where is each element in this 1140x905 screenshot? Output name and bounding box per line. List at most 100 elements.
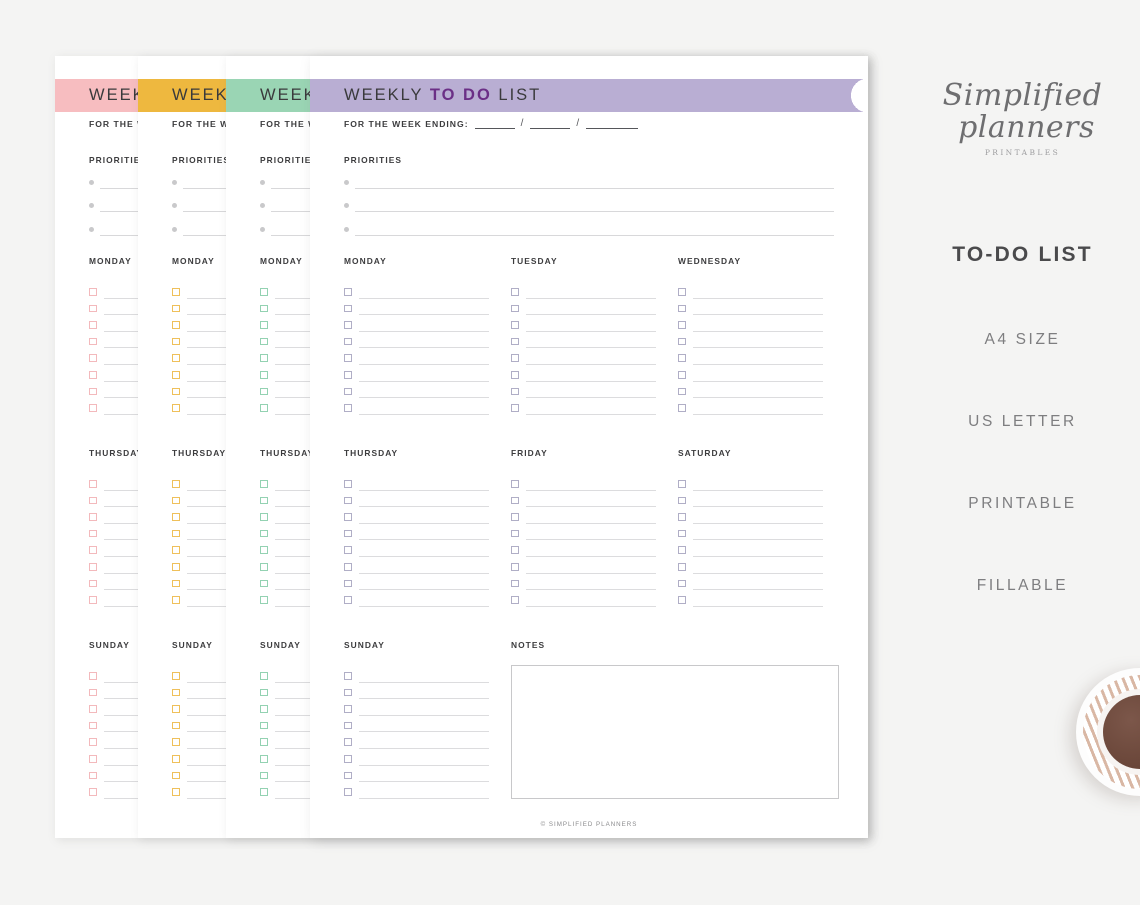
task-checkbox[interactable] <box>260 705 268 713</box>
task-checkbox[interactable] <box>260 688 268 697</box>
task-line[interactable] <box>525 347 656 349</box>
task-checkbox[interactable] <box>344 513 352 521</box>
task-checkbox[interactable] <box>511 563 519 571</box>
task-checkbox[interactable] <box>172 404 180 412</box>
task-checkbox[interactable] <box>344 721 352 730</box>
task-row[interactable] <box>678 557 845 574</box>
task-row[interactable] <box>344 365 511 382</box>
task-line[interactable] <box>525 330 656 332</box>
task-checkbox[interactable] <box>344 771 352 780</box>
priority-line[interactable] <box>355 211 834 212</box>
task-checkbox[interactable] <box>89 596 97 604</box>
task-checkbox[interactable] <box>172 321 180 329</box>
task-line[interactable] <box>692 297 823 299</box>
task-checkbox[interactable] <box>89 321 97 329</box>
task-line[interactable] <box>358 714 489 716</box>
task-line[interactable] <box>358 297 489 299</box>
task-checkbox[interactable] <box>260 771 268 780</box>
task-checkbox[interactable] <box>172 513 180 521</box>
task-line[interactable] <box>525 380 656 382</box>
task-line[interactable] <box>358 380 489 382</box>
task-line[interactable] <box>692 555 823 557</box>
task-checkbox[interactable] <box>260 337 268 346</box>
task-checkbox[interactable] <box>678 513 686 521</box>
task-checkbox[interactable] <box>172 387 180 396</box>
task-row[interactable] <box>511 282 678 299</box>
task-checkbox[interactable] <box>344 354 352 362</box>
task-line[interactable] <box>358 489 489 491</box>
task-checkbox[interactable] <box>678 563 686 571</box>
task-checkbox[interactable] <box>89 788 97 796</box>
task-line[interactable] <box>358 681 489 683</box>
task-checkbox[interactable] <box>344 371 352 379</box>
task-checkbox[interactable] <box>260 738 268 746</box>
task-line[interactable] <box>358 522 489 524</box>
task-checkbox[interactable] <box>260 579 268 588</box>
task-line[interactable] <box>358 747 489 749</box>
task-checkbox[interactable] <box>89 563 97 571</box>
task-row[interactable] <box>678 382 845 399</box>
task-line[interactable] <box>358 731 489 733</box>
task-row[interactable] <box>678 315 845 332</box>
task-checkbox[interactable] <box>511 304 519 313</box>
task-line[interactable] <box>692 314 823 316</box>
task-line[interactable] <box>358 314 489 316</box>
task-checkbox[interactable] <box>344 387 352 396</box>
task-line[interactable] <box>358 506 489 508</box>
task-row[interactable] <box>344 299 511 316</box>
task-row[interactable] <box>344 782 511 799</box>
task-row[interactable] <box>678 524 845 541</box>
task-checkbox[interactable] <box>260 788 268 796</box>
task-checkbox[interactable] <box>344 304 352 313</box>
task-checkbox[interactable] <box>344 579 352 588</box>
task-checkbox[interactable] <box>172 304 180 313</box>
task-checkbox[interactable] <box>89 546 97 554</box>
task-checkbox[interactable] <box>89 579 97 588</box>
task-line[interactable] <box>692 572 823 574</box>
task-checkbox[interactable] <box>172 288 180 296</box>
task-line[interactable] <box>358 589 489 591</box>
task-checkbox[interactable] <box>172 596 180 604</box>
task-checkbox[interactable] <box>172 529 180 538</box>
priority-line[interactable] <box>355 187 834 189</box>
task-checkbox[interactable] <box>511 354 519 362</box>
task-line[interactable] <box>525 555 656 557</box>
task-checkbox[interactable] <box>260 496 268 505</box>
task-checkbox[interactable] <box>260 387 268 396</box>
task-checkbox[interactable] <box>344 596 352 604</box>
priority-row[interactable] <box>344 189 834 212</box>
task-checkbox[interactable] <box>260 596 268 604</box>
task-row[interactable] <box>678 590 845 607</box>
priority-row[interactable] <box>344 165 834 189</box>
task-line[interactable] <box>692 522 823 524</box>
task-checkbox[interactable] <box>172 546 180 554</box>
task-row[interactable] <box>511 332 678 349</box>
task-checkbox[interactable] <box>678 529 686 538</box>
task-checkbox[interactable] <box>260 563 268 571</box>
task-row[interactable] <box>678 474 845 491</box>
task-line[interactable] <box>525 297 656 299</box>
task-checkbox[interactable] <box>344 755 352 763</box>
task-checkbox[interactable] <box>172 771 180 780</box>
task-checkbox[interactable] <box>89 387 97 396</box>
task-line[interactable] <box>358 797 489 799</box>
task-checkbox[interactable] <box>260 672 268 680</box>
task-checkbox[interactable] <box>89 705 97 713</box>
task-checkbox[interactable] <box>678 596 686 604</box>
task-line[interactable] <box>358 572 489 574</box>
task-checkbox[interactable] <box>260 480 268 488</box>
task-row[interactable] <box>344 524 511 541</box>
task-row[interactable] <box>511 540 678 557</box>
task-checkbox[interactable] <box>260 321 268 329</box>
task-checkbox[interactable] <box>172 688 180 697</box>
task-row[interactable] <box>344 348 511 365</box>
task-checkbox[interactable] <box>89 404 97 412</box>
task-line[interactable] <box>525 413 656 415</box>
task-row[interactable] <box>344 398 511 415</box>
task-checkbox[interactable] <box>89 371 97 379</box>
task-checkbox[interactable] <box>678 321 686 329</box>
task-row[interactable] <box>678 282 845 299</box>
task-line[interactable] <box>692 380 823 382</box>
task-line[interactable] <box>358 347 489 349</box>
task-row[interactable] <box>344 766 511 783</box>
